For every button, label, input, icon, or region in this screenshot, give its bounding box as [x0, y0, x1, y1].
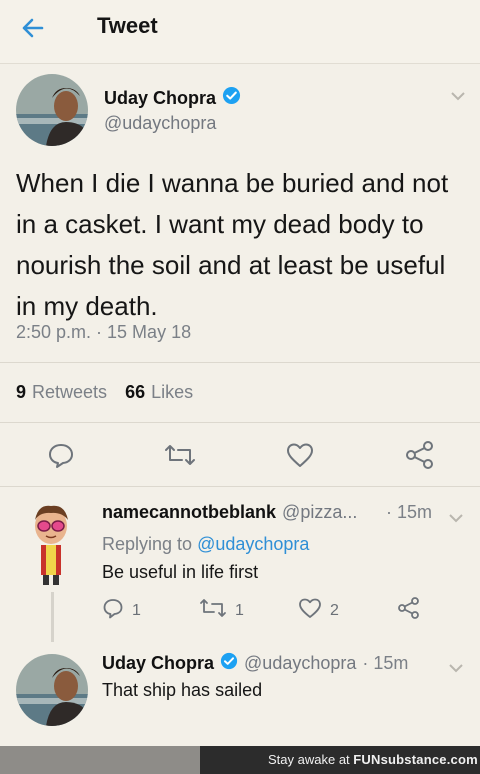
reply2-avatar[interactable] — [16, 654, 88, 726]
reply2-author-handle[interactable]: @udaychopra — [244, 653, 356, 674]
reply-icon[interactable] — [47, 441, 75, 474]
retweets-label[interactable]: Retweets — [32, 382, 107, 403]
reply-like-button[interactable]: 2 — [298, 597, 339, 624]
likes-count[interactable]: 66 — [125, 382, 145, 403]
reply-icon — [102, 597, 124, 624]
divider — [0, 486, 480, 487]
like-count: 2 — [330, 601, 339, 619]
like-icon[interactable] — [286, 442, 314, 473]
verified-icon — [222, 86, 241, 110]
chevron-down-icon[interactable] — [450, 88, 466, 101]
verified-icon — [220, 652, 238, 675]
reply-text: Be useful in life first — [102, 562, 259, 582]
tweet-stats: 9 Retweets 66 Likes — [16, 382, 193, 403]
watermark-prefix: Stay awake at — [268, 752, 350, 767]
reply2-text: That ship has sailed — [102, 680, 263, 700]
reply2-author-row: Uday Chopra @udaychopra · 15m — [102, 652, 408, 675]
reply-avatar[interactable] — [18, 500, 84, 586]
reply-reply-button[interactable]: 1 — [102, 597, 141, 624]
likes-label[interactable]: Likes — [151, 382, 193, 403]
watermark-strip — [0, 746, 200, 774]
retweet-count: 1 — [235, 601, 244, 619]
author-name[interactable]: Uday Chopra — [104, 88, 216, 109]
reply2-time: · 15m — [362, 653, 409, 673]
author-avatar[interactable] — [16, 74, 88, 146]
reply2-author-name[interactable]: Uday Chopra — [102, 653, 214, 674]
reply-time: · 15m — [386, 502, 433, 522]
replying-prefix: Replying to — [102, 534, 193, 554]
reply-author-row: namecannotbeblank @pizza... — [102, 502, 357, 523]
author-handle[interactable]: @udaychopra — [104, 113, 216, 134]
retweet-icon[interactable] — [164, 442, 196, 473]
like-icon — [298, 597, 322, 624]
watermark-brand: FUNsubstance.com — [353, 752, 478, 767]
reply-count: 1 — [132, 601, 141, 619]
watermark-bar: Stay awake at FUNsubstance.com — [0, 746, 480, 774]
divider — [0, 422, 480, 423]
replying-to-handle[interactable]: @udaychopra — [197, 534, 309, 554]
tweet-text: When I die I wanna be buried and not in … — [16, 168, 449, 321]
share-icon[interactable] — [405, 441, 435, 474]
reply-share-button[interactable] — [397, 597, 421, 624]
reply-author-handle[interactable]: @pizza... — [282, 502, 357, 523]
reply-author-name[interactable]: namecannotbeblank — [102, 502, 276, 523]
back-arrow-icon[interactable] — [20, 14, 56, 42]
tweet-timestamp: 2:50 p.m. · 15 May 18 — [16, 322, 192, 342]
author-name-row: Uday Chopra — [104, 86, 241, 110]
reply-retweet-button[interactable]: 1 — [199, 597, 244, 624]
retweets-count[interactable]: 9 — [16, 382, 26, 403]
watermark-text: Stay awake at FUNsubstance.com — [268, 752, 478, 767]
share-icon — [397, 597, 421, 624]
page-title: Tweet — [97, 13, 158, 38]
retweet-icon — [199, 597, 227, 624]
chevron-down-icon[interactable] — [448, 660, 464, 673]
divider — [0, 362, 480, 363]
chevron-down-icon[interactable] — [448, 510, 464, 523]
thread-line — [51, 592, 54, 642]
replying-to: Replying to @udaychopra — [102, 534, 309, 555]
top-bar: Tweet — [0, 0, 480, 64]
